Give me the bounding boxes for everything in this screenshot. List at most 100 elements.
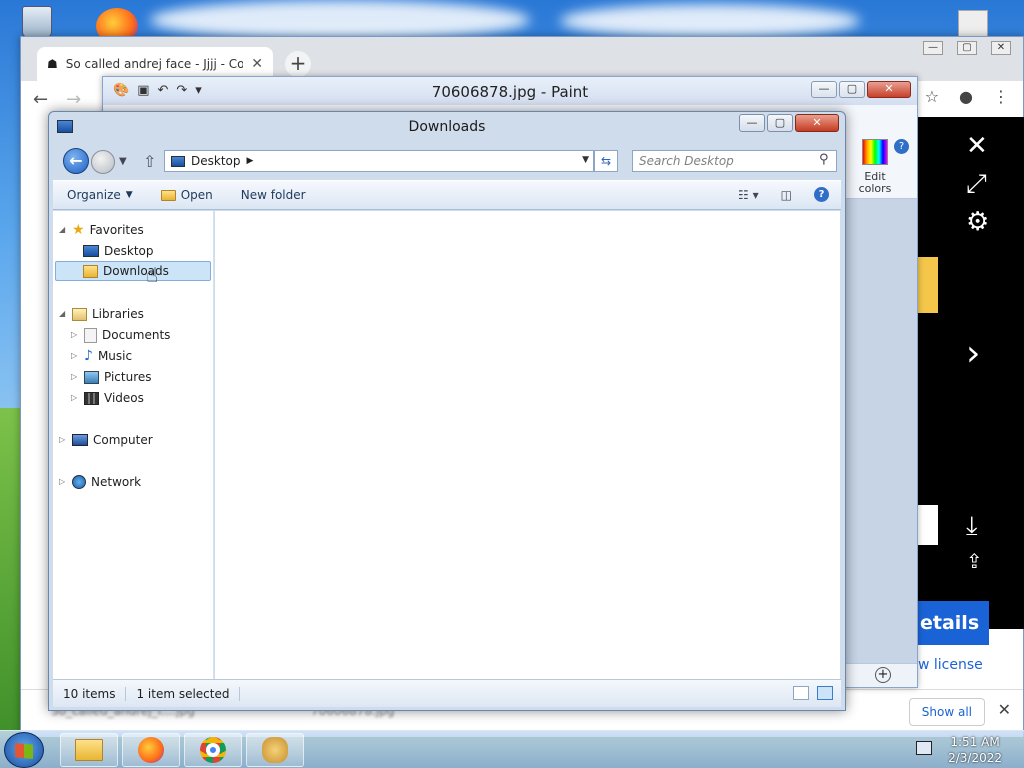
search-icon[interactable]: ⚲ <box>819 152 841 167</box>
menu-dots-icon[interactable]: ⋮ <box>993 87 1009 106</box>
license-link[interactable]: w license <box>918 657 983 673</box>
paint-app-icon[interactable]: 🎨 <box>113 83 129 98</box>
start-button[interactable] <box>4 732 44 768</box>
up-arrow-icon[interactable]: ⇧ <box>143 152 156 171</box>
file-list-area[interactable] <box>215 211 840 679</box>
clock[interactable]: 1:51 AM 2/3/2022 <box>948 734 1002 766</box>
show-all-button[interactable]: Show all <box>908 698 985 726</box>
forward-arrow-icon[interactable]: → <box>66 89 81 110</box>
refresh-button[interactable]: ⇆ <box>594 150 618 172</box>
save-icon[interactable]: ▣ <box>137 83 149 98</box>
maximize-icon[interactable]: ▢ <box>957 41 977 55</box>
libraries-icon <box>72 307 87 321</box>
expand-icon[interactable]: ▷ <box>71 325 79 345</box>
zoom-in-icon[interactable]: + <box>875 667 891 683</box>
tab-title: So called andrej face - Jjjj - Comp <box>65 57 244 71</box>
change-view-icon[interactable]: ☷ ▾ <box>738 188 759 202</box>
minimize-icon[interactable]: — <box>923 41 943 55</box>
taskbar-firefox[interactable] <box>122 733 180 767</box>
tree-desktop[interactable]: Desktop <box>83 241 154 261</box>
taskbar: 1:51 AM 2/3/2022 <box>0 730 1024 768</box>
new-folder-button[interactable]: New folder <box>227 188 320 202</box>
close-icon[interactable]: ✕ <box>991 41 1011 55</box>
tree-pictures[interactable]: ▷ Pictures <box>71 367 152 387</box>
computer-icon <box>72 434 88 446</box>
address-dropdown-icon[interactable]: ▼ <box>582 155 589 165</box>
tab-close-icon[interactable]: ✕ <box>251 56 263 72</box>
expand-icon[interactable]: ▷ <box>59 430 67 450</box>
expand-icon[interactable]: ▷ <box>71 388 79 408</box>
undo-icon[interactable]: ↶ <box>157 83 168 98</box>
expand-icon[interactable]: ▷ <box>71 346 79 366</box>
close-icon[interactable]: ✕ <box>795 114 839 132</box>
next-chevron-icon[interactable]: › <box>966 333 981 374</box>
downloads-close-icon[interactable]: ✕ <box>998 700 1011 719</box>
forward-button[interactable] <box>91 150 115 174</box>
help-icon[interactable]: ? <box>814 187 829 202</box>
address-text[interactable]: Desktop <box>191 154 241 168</box>
taskbar-paint[interactable] <box>246 733 304 767</box>
network-tray-icon[interactable] <box>916 741 932 755</box>
recycle-bin-icon[interactable] <box>22 6 52 38</box>
tree-network[interactable]: ▷ Network <box>59 472 141 492</box>
status-bar: 10 items 1 item selected <box>53 679 841 707</box>
chrome-window-controls: — ▢ ✕ <box>923 41 1011 55</box>
tree-videos[interactable]: ▷ Videos <box>71 388 144 408</box>
profile-icon[interactable]: ● <box>959 87 973 106</box>
taskbar-chrome[interactable] <box>184 733 242 767</box>
share-icon[interactable]: ⇪ <box>966 549 983 573</box>
close-icon[interactable]: ✕ <box>867 81 911 98</box>
tree-music[interactable]: ▷ ♪ Music <box>71 346 132 366</box>
downloads-folder-icon <box>83 264 98 278</box>
minimize-icon[interactable]: — <box>811 81 837 98</box>
back-arrow-icon[interactable]: ← <box>33 89 48 110</box>
search-input[interactable]: Search Desktop <box>632 150 837 172</box>
tree-libraries[interactable]: ◢ Libraries <box>59 304 144 324</box>
recent-pages-icon[interactable]: ▼ <box>119 156 127 167</box>
expand-icon[interactable]: ▷ <box>59 472 67 492</box>
new-tab-button[interactable]: + <box>285 51 311 77</box>
tree-favorites[interactable]: ◢ ★ Favorites <box>59 220 144 240</box>
back-button[interactable]: ← <box>63 148 89 174</box>
paint-palette-icon <box>262 737 288 763</box>
tree-downloads[interactable]: Downloads <box>55 261 211 281</box>
expand-icon[interactable]: ▷ <box>71 367 79 387</box>
edit-colors-button[interactable]: Edit colors <box>855 139 895 195</box>
tree-computer[interactable]: ▷ Computer <box>59 430 153 450</box>
view-controls: ☷ ▾ ◫ ? <box>738 187 829 202</box>
tree-documents[interactable]: ▷ Documents <box>71 325 170 345</box>
download-icon[interactable]: ⤓ <box>966 511 981 541</box>
command-bar: Organize ▼ Open New folder ☷ ▾ ◫ ? <box>53 180 841 210</box>
address-bar[interactable]: Desktop ▶ ▼ <box>164 150 594 172</box>
pictures-label: Pictures <box>104 370 152 384</box>
qat-dropdown-icon[interactable]: ▾ <box>195 83 202 98</box>
expand-icon[interactable]: ◢ <box>59 220 67 240</box>
network-icon <box>72 475 86 489</box>
taskbar-explorer[interactable] <box>60 733 118 767</box>
expand-icon[interactable]: ⤢ <box>966 169 987 199</box>
large-icons-view-icon[interactable] <box>817 686 833 700</box>
minimize-icon[interactable]: — <box>739 114 765 132</box>
preview-pane-icon[interactable]: ◫ <box>781 188 792 202</box>
new-folder-label: New folder <box>240 188 306 202</box>
paint-title: 70606878.jpg - Paint <box>103 77 917 105</box>
computer-label: Computer <box>93 433 153 447</box>
organize-button[interactable]: Organize ▼ <box>53 188 147 202</box>
settings-gear-icon[interactable]: ⚙ <box>966 207 989 237</box>
maximize-icon[interactable]: ▢ <box>767 114 793 132</box>
paint-help-icon[interactable]: ? <box>894 139 909 154</box>
star-icon[interactable]: ☆ <box>925 87 939 106</box>
expand-icon[interactable]: ◢ <box>59 304 67 324</box>
details-view-icon[interactable] <box>793 686 809 700</box>
redo-icon[interactable]: ↷ <box>176 83 187 98</box>
paint-quick-access: 🎨 ▣ ↶ ↷ ▾ <box>113 83 202 98</box>
desktop-label: Desktop <box>104 244 154 258</box>
libraries-label: Libraries <box>92 307 144 321</box>
close-viewer-icon[interactable]: ✕ <box>966 131 988 161</box>
image-edge-white <box>918 505 938 545</box>
folder-icon <box>160 189 176 201</box>
details-button[interactable]: etails <box>918 601 989 645</box>
maximize-icon[interactable]: ▢ <box>839 81 865 98</box>
open-button[interactable]: Open <box>147 188 227 202</box>
breadcrumb-arrow-icon[interactable]: ▶ <box>247 156 254 166</box>
